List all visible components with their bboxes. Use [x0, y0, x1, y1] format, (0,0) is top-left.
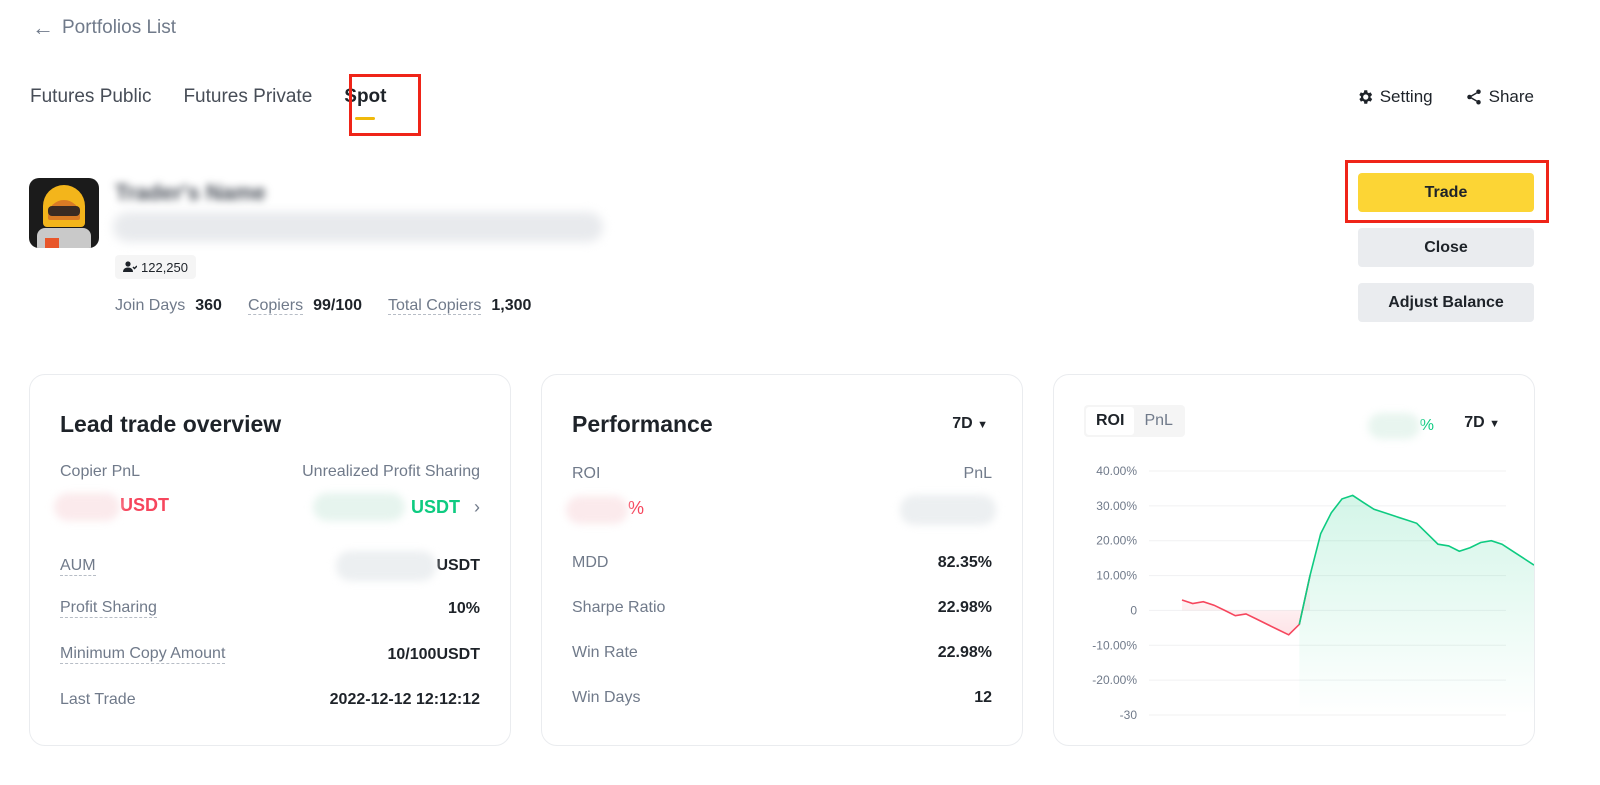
sharpe-label: Sharpe Ratio [572, 599, 666, 616]
share-label: Share [1488, 87, 1534, 106]
setting-button[interactable]: Setting [1356, 87, 1433, 107]
trader-avatar [29, 178, 99, 248]
y-tick-label: -30 [1120, 708, 1138, 722]
winrate-row: Win Rate 22.98% [572, 644, 992, 662]
tab-futures-public[interactable]: Futures Public [30, 86, 151, 108]
aum-value: USDT [336, 551, 480, 581]
adjust-balance-button[interactable]: Adjust Balance [1358, 283, 1534, 322]
back-to-portfolios-link[interactable]: ← Portfolios List [32, 17, 176, 39]
performance-labels-row: ROI PnL [572, 465, 992, 483]
aum-row: AUM USDT [60, 551, 480, 581]
performance-values-row: % [566, 495, 996, 525]
windays-value: 12 [974, 689, 992, 706]
profit-sharing-row: Profit Sharing 10% [60, 599, 480, 618]
followers-badge: 122,250 [115, 255, 196, 279]
share-icon [1466, 89, 1481, 105]
copier-pnl-value: USDT [54, 493, 169, 521]
profit-sharing-value: 10% [447, 599, 480, 617]
unrealized-blurred [313, 493, 405, 521]
trader-name: Trader's Name [115, 180, 266, 205]
y-tick-label: -10.00% [1092, 638, 1137, 652]
spot-tab-highlight-box [349, 74, 421, 136]
overview-values-row: USDT USDT › [54, 493, 480, 521]
mdd-label: MDD [572, 554, 609, 571]
overview-labels-row: Copier PnL Unrealized Profit Sharing [60, 463, 480, 481]
lead-trade-overview-card: Lead trade overview Copier PnL Unrealize… [29, 374, 511, 746]
users-icon [123, 261, 137, 272]
profit-sharing-label: Profit Sharing [60, 599, 157, 618]
trader-stats: Join Days 360 Copiers 99/100 Total Copiers… [115, 297, 531, 315]
min-copy-row: Minimum Copy Amount 10/100USDT [60, 645, 480, 664]
windays-row: Win Days 12 [572, 689, 992, 707]
stat-join-days: Join Days 360 [115, 297, 222, 314]
windays-label: Win Days [572, 689, 641, 706]
y-tick-label: 40.00% [1096, 464, 1137, 478]
setting-label: Setting [1379, 87, 1433, 106]
last-trade-value: 2022-12-12 12:12:12 [329, 691, 480, 708]
share-button[interactable]: Share [1465, 87, 1534, 107]
tab-futures-private[interactable]: Futures Private [183, 86, 312, 108]
copier-pnl-label: Copier PnL [60, 463, 141, 480]
gear-icon [1358, 90, 1372, 104]
caret-down-icon: ▼ [977, 419, 988, 431]
mdd-row: MDD 82.35% [572, 554, 992, 572]
roi-blurred [566, 496, 628, 524]
chevron-right-icon: › [474, 496, 480, 517]
performance-card: Performance 7D ▼ ROI PnL % MDD 82.35% Sh… [541, 374, 1023, 746]
sharpe-value: 22.98% [937, 599, 992, 616]
close-button[interactable]: Close [1358, 228, 1534, 267]
aum-blurred [336, 551, 437, 581]
y-tick-label: 0 [1130, 603, 1137, 617]
pnl-label: PnL [963, 465, 992, 482]
winrate-label: Win Rate [572, 644, 638, 661]
performance-period-dropdown[interactable]: 7D ▼ [952, 415, 988, 433]
y-tick-label: 20.00% [1096, 534, 1137, 548]
roi-line-chart: 40.00% 30.00% 20.00% 10.00% 0 -10.00% -20.00% -… [1092, 464, 1534, 722]
min-copy-label: Minimum Copy Amount [60, 645, 226, 664]
arrow-left-icon: ← [32, 15, 54, 40]
y-tick-label: 30.00% [1096, 499, 1137, 513]
roi-value: % [566, 496, 644, 524]
unrealized-profit-value[interactable]: USDT › [313, 493, 480, 521]
roi-label: ROI [572, 465, 601, 482]
trader-bio-blurred [113, 212, 603, 242]
y-tick-label: -20.00% [1092, 673, 1137, 687]
y-tick-label: 10.00% [1096, 569, 1137, 583]
min-copy-value: 10/100USDT [387, 645, 481, 663]
unrealized-profit-label: Unrealized Profit Sharing [302, 463, 480, 480]
copier-pnl-blurred [54, 493, 120, 521]
roi-chart-card: ROI PnL % 7D ▼ 40.00% 30.00% 20.00% 10.00% 0… [1053, 374, 1535, 746]
last-trade-row: Last Trade 2022-12-12 12:12:12 [60, 691, 480, 709]
last-trade-label: Last Trade [60, 691, 136, 708]
overview-title: Lead trade overview [60, 411, 282, 437]
pnl-blurred [900, 495, 996, 525]
performance-title: Performance [572, 411, 713, 437]
stat-total-copiers: Total Copiers 1,300 [388, 297, 532, 315]
aum-label: AUM [60, 556, 96, 576]
stat-copiers: Copiers 99/100 [247, 297, 363, 315]
followers-count: 122,250 [141, 259, 188, 275]
trade-button-highlight-box [1345, 160, 1549, 223]
sharpe-row: Sharpe Ratio 22.98% [572, 599, 992, 617]
portfolio-tabs: Futures Public Futures Private Spot [30, 86, 387, 120]
positive-area [1299, 495, 1534, 715]
mdd-value: 82.35% [937, 554, 992, 571]
back-label: Portfolios List [62, 17, 177, 38]
winrate-value: 22.98% [937, 644, 992, 661]
negative-area [1182, 575, 1310, 635]
top-actions: Setting Share [1356, 87, 1534, 107]
